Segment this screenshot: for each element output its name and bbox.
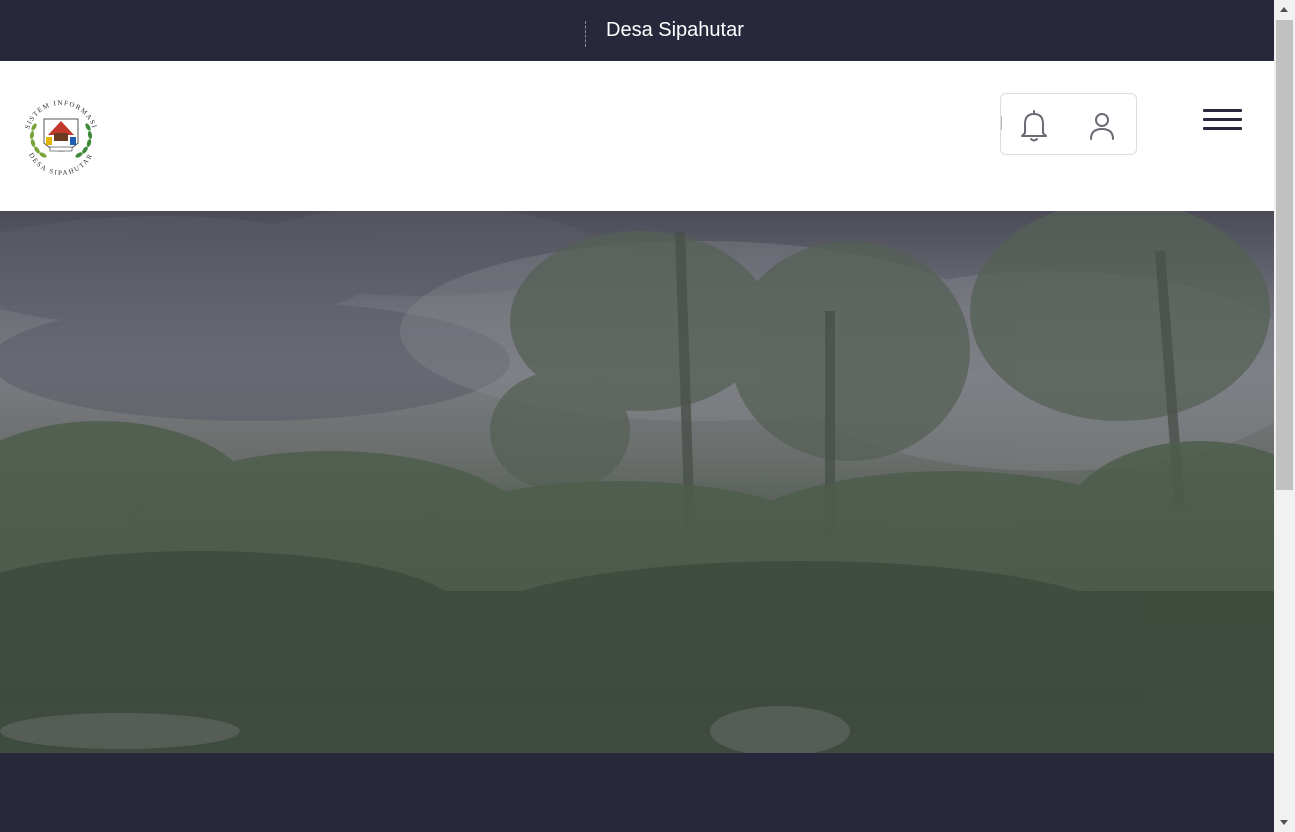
dark-section: [0, 753, 1274, 832]
svg-text:DESA SIPAHUTAR: DESA SIPAHUTAR: [27, 151, 95, 177]
hamburger-menu-icon[interactable]: [1203, 109, 1245, 133]
page-scrollbar[interactable]: [1274, 0, 1295, 832]
scroll-down-arrow-icon[interactable]: [1280, 820, 1288, 825]
top-bar: Desa Sipahutar: [0, 0, 1274, 61]
site-title: Desa Sipahutar: [606, 19, 744, 41]
user-icon[interactable]: [1086, 109, 1118, 143]
village-logo[interactable]: SISTEM INFORMASI DESA SIPAHUTAR: [18, 95, 104, 181]
bell-icon[interactable]: [1018, 109, 1050, 143]
topbar-separator: [585, 21, 586, 47]
scroll-up-arrow-icon[interactable]: [1280, 7, 1288, 12]
site-header: SISTEM INFORMASI DESA SIPAHUTAR: [0, 61, 1274, 211]
scrollbar-thumb[interactable]: [1276, 20, 1293, 490]
menu-line: [1203, 118, 1242, 121]
page: Desa Sipahutar SISTEM INFORMASI DESA SIP…: [0, 0, 1274, 832]
menu-line: [1203, 109, 1242, 112]
action-divider: [1001, 116, 1002, 130]
menu-line: [1203, 127, 1242, 130]
hero-image: [0, 211, 1274, 753]
